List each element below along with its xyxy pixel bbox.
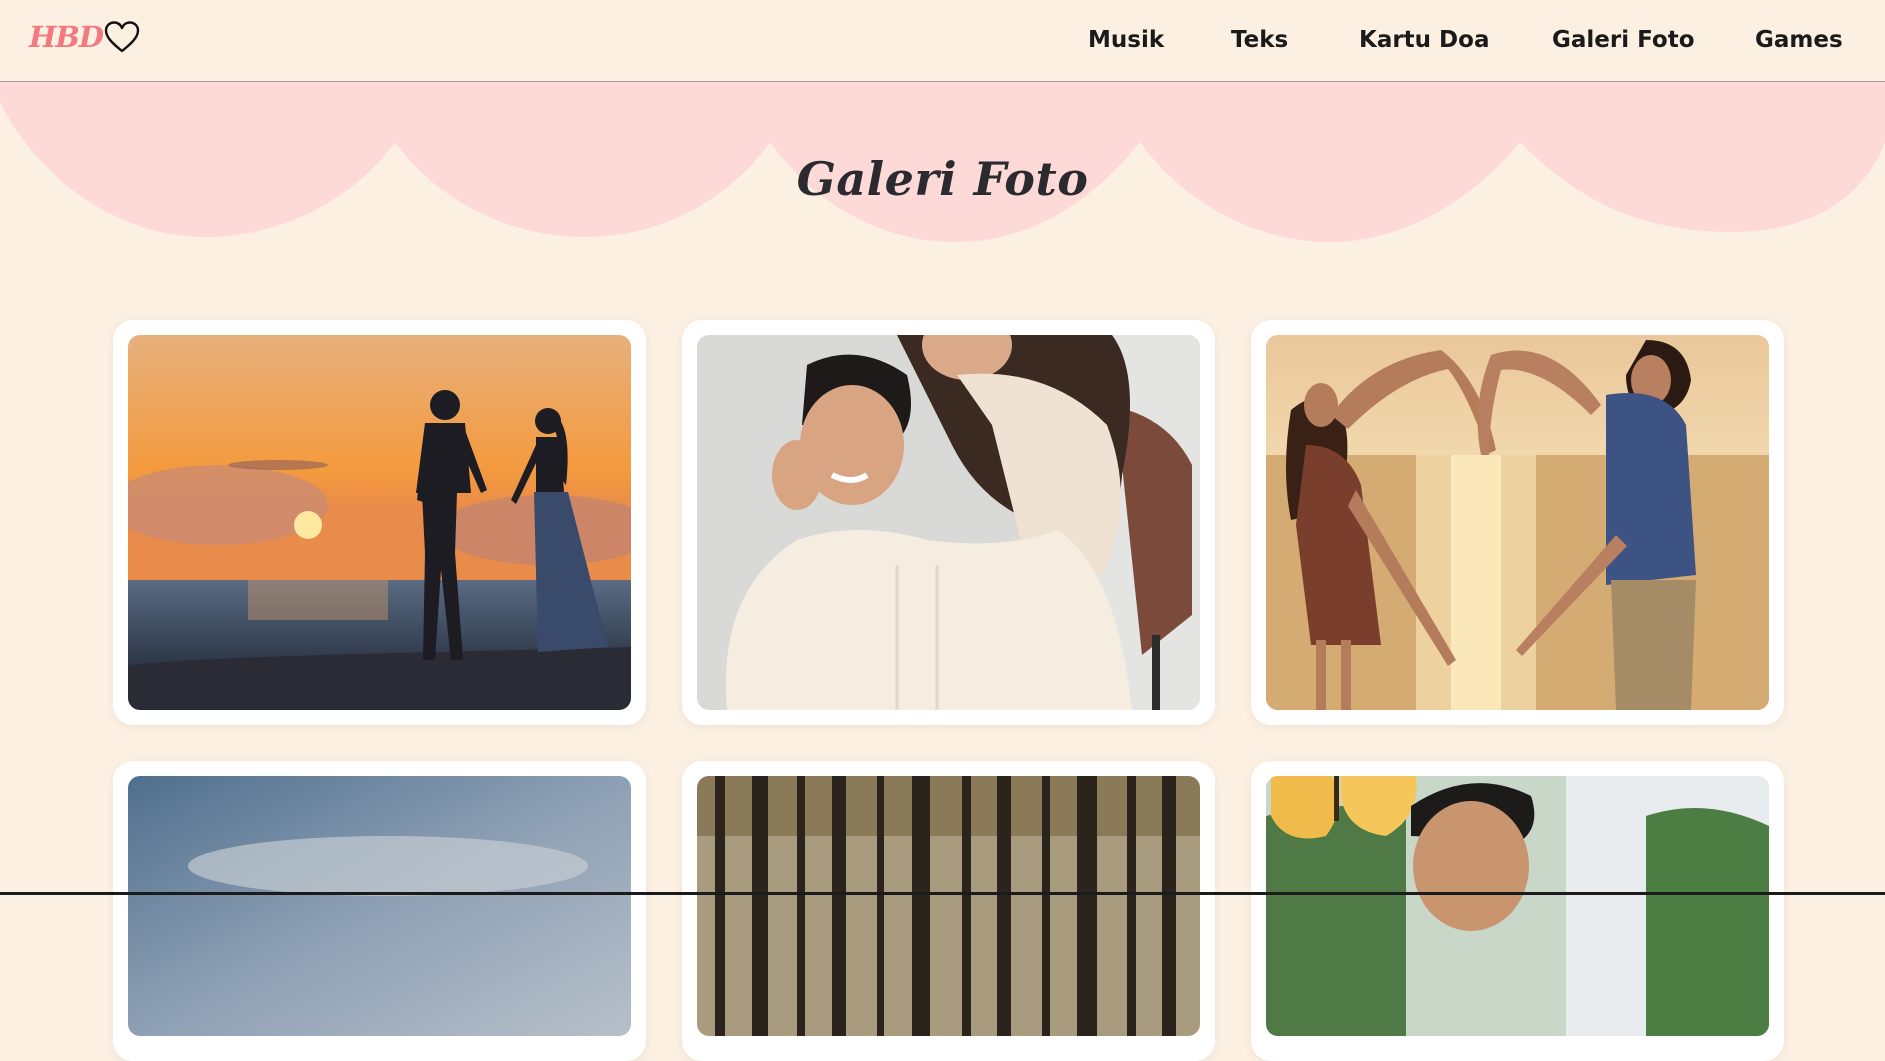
gallery-card[interactable] xyxy=(682,320,1215,725)
gallery-card[interactable] xyxy=(682,761,1215,1061)
nav-galeri-foto[interactable]: Galeri Foto xyxy=(1552,22,1695,58)
photo-couple-heart-hands-sea xyxy=(1266,335,1769,710)
gallery-card[interactable] xyxy=(1251,761,1784,1061)
photo-sky-clouds xyxy=(128,776,631,1036)
nav-teks[interactable]: Teks xyxy=(1231,22,1288,58)
page-title: Galeri Foto xyxy=(796,152,1089,206)
nav-musik[interactable]: Musik xyxy=(1088,22,1164,58)
photo-couple-studio-embrace xyxy=(697,335,1200,710)
photo-couple-beach-sunset xyxy=(128,335,631,710)
gallery-card[interactable] xyxy=(113,320,646,725)
main-nav: Musik Teks Kartu Doa Galeri Foto Games xyxy=(0,22,1885,58)
photo-forest-trees xyxy=(697,776,1200,1036)
top-navbar: HBD Musik Teks Kartu Doa Galeri Foto Gam… xyxy=(0,0,1885,82)
photo-man-smiling-butterfly xyxy=(1266,776,1769,1036)
gallery-card[interactable] xyxy=(113,761,646,1061)
nav-kartu-doa[interactable]: Kartu Doa xyxy=(1359,22,1489,58)
gallery-card[interactable] xyxy=(1251,320,1784,725)
nav-games[interactable]: Games xyxy=(1755,22,1843,58)
